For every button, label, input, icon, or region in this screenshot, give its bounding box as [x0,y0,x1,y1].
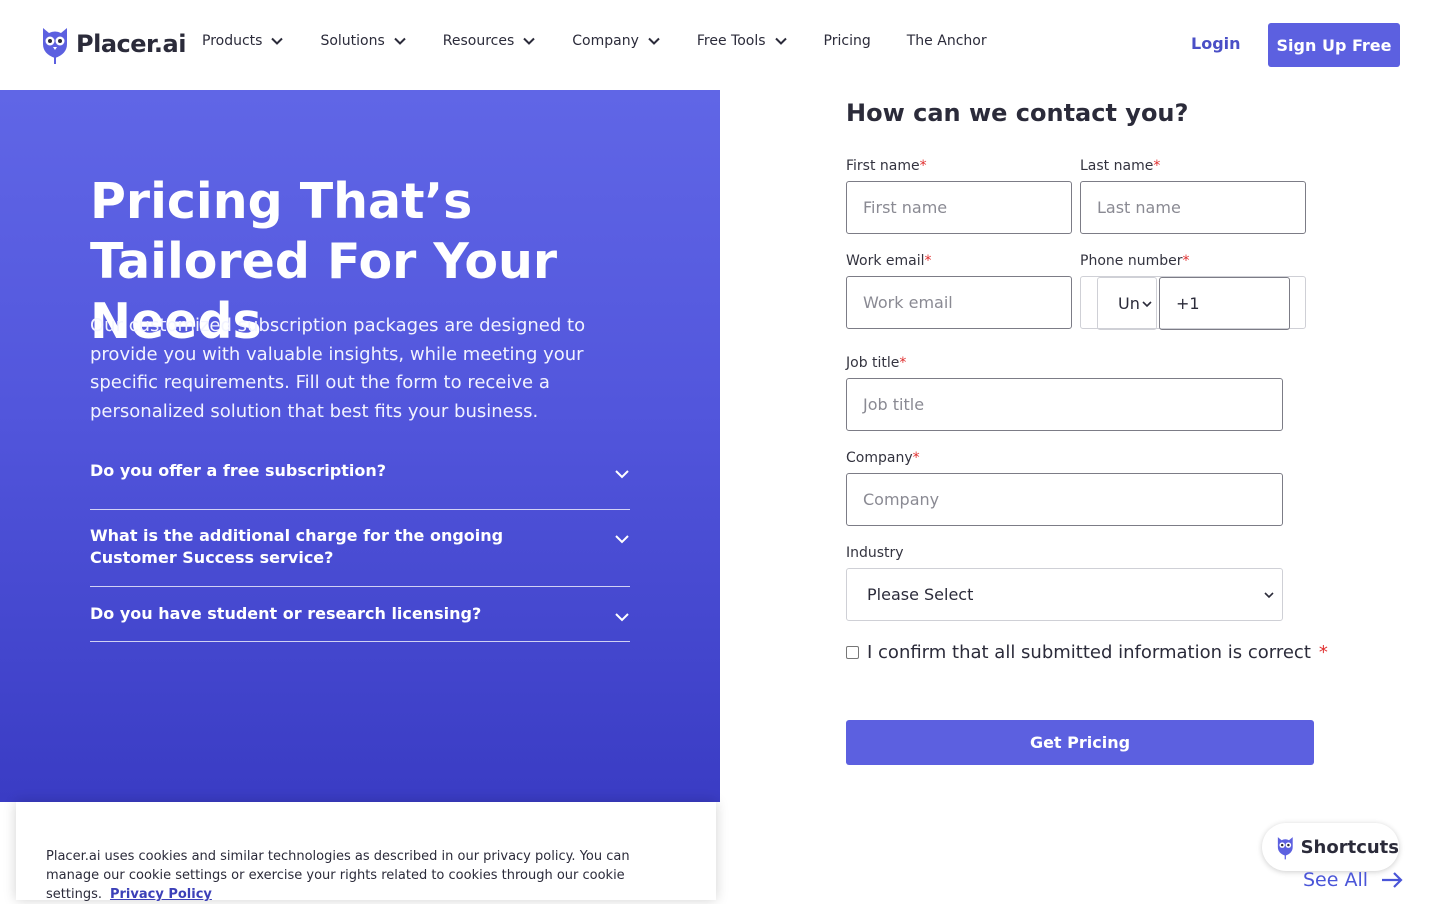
country-value: Un [1118,294,1140,313]
company-field[interactable]: Company [846,473,1283,526]
work-email-label: Work email* [846,253,932,269]
industry-select[interactable]: Please Select [846,568,1283,621]
label-text: Phone number [1080,253,1183,269]
phone-number-group: Un +1 [1080,276,1306,330]
first-name-field[interactable]: First name [846,181,1072,234]
confirm-checkbox-row: I confirm that all submitted information… [846,642,1328,663]
chevron-down-icon [394,37,406,45]
phone-number-field[interactable]: +1 [1159,277,1290,330]
placer-owl-logo-icon [43,28,67,64]
see-all-link[interactable]: See All [1303,869,1404,891]
nav-item-pricing[interactable]: Pricing [824,33,871,49]
nav-item-the-anchor[interactable]: The Anchor [907,33,987,49]
brand-name: Placer.ai [76,30,186,58]
last-name-label: Last name* [1080,158,1160,174]
label-text: Last name [1080,158,1154,174]
cookie-banner: Placer.ai uses cookies and similar techn… [16,802,716,902]
chevron-down-icon [615,535,629,544]
job-title-label: Job title* [846,355,906,371]
hero-description: Our customized subscription packages are… [90,315,586,422]
label-text: Job title [846,355,900,371]
job-title-field[interactable]: Job title [846,378,1283,431]
nav-item-company[interactable]: Company [572,33,661,49]
required-asterisk: * [919,158,927,174]
see-all-label: See All [1303,869,1369,891]
company-label: Company* [846,450,920,466]
industry-selected-value: Please Select [867,585,974,604]
chevron-down-icon [615,613,629,622]
chevron-down-icon [1264,592,1274,599]
arrow-right-icon [1382,872,1403,888]
required-asterisk: * [1318,642,1328,663]
nav-item-solutions[interactable]: Solutions [320,33,406,49]
required-asterisk: * [1182,253,1190,269]
main-nav: Products Solutions Resources Company Fre… [202,33,1023,49]
nav-item-label: Pricing [823,33,871,49]
sign-up-button[interactable]: Sign Up Free [1268,23,1400,67]
faq-question: Do you offer a free subscription? [90,461,386,480]
label-text: Company [846,450,913,466]
required-asterisk: * [1153,158,1161,174]
faq-question: Do you have student or research licensin… [90,604,482,623]
login-link[interactable]: Login [1191,34,1241,53]
label-text: Work email [846,253,925,269]
phone-country-select[interactable]: Un [1097,277,1157,330]
nav-item-label: Company [572,33,639,49]
nav-item-label: The Anchor [906,33,987,49]
faq-accordion: Do you offer a free subscription? What i… [90,455,630,642]
industry-label: Industry [846,545,904,561]
phone-number-label: Phone number* [1080,253,1189,269]
cookie-notice: Placer.ai uses cookies and similar techn… [46,847,686,904]
first-name-label: First name* [846,158,927,174]
chevron-down-icon [271,37,284,45]
brand-logo[interactable]: Placer.ai [40,24,186,64]
required-asterisk: * [912,450,920,466]
confirm-checkbox[interactable] [846,646,859,659]
nav-item-resources[interactable]: Resources [443,33,537,49]
chevron-down-icon [1142,300,1152,307]
nav-item-free-tools[interactable]: Free Tools [697,33,788,49]
faq-item-free-subscription[interactable]: Do you offer a free subscription? [90,455,630,510]
faq-question: What is the additional charge for the on… [90,526,504,567]
chevron-down-icon [615,470,629,479]
nav-item-label: Resources [442,33,515,49]
placer-owl-icon [1277,837,1293,860]
label-text: First name [846,158,920,174]
faq-item-student-licensing[interactable]: Do you have student or research licensin… [90,587,630,642]
last-name-field[interactable]: Last name [1080,181,1306,234]
nav-item-label: Products [202,33,263,49]
confirm-label: I confirm that all submitted information… [867,642,1311,663]
get-pricing-button[interactable]: Get Pricing [846,720,1314,765]
nav-item-products[interactable]: Products [202,33,284,49]
chevron-down-icon [648,37,660,45]
faq-item-customer-success[interactable]: What is the additional charge for the on… [90,510,630,587]
form-title: How can we contact you? [846,99,1189,127]
chevron-down-icon [523,37,535,45]
pricing-hero: Pricing That’s Tailored For Your Needs O… [0,90,720,802]
required-asterisk: * [924,253,932,269]
nav-item-label: Solutions [320,33,385,49]
site-header: Placer.ai Products Solutions Resources C… [0,0,1440,90]
chevron-down-icon [774,37,787,45]
shortcuts-label: Shortcuts [1300,836,1399,858]
work-email-field[interactable]: Work email [846,276,1072,329]
shortcuts-button[interactable]: Shortcuts [1262,823,1399,871]
required-asterisk: * [899,355,907,371]
nav-item-label: Free Tools [696,33,766,49]
